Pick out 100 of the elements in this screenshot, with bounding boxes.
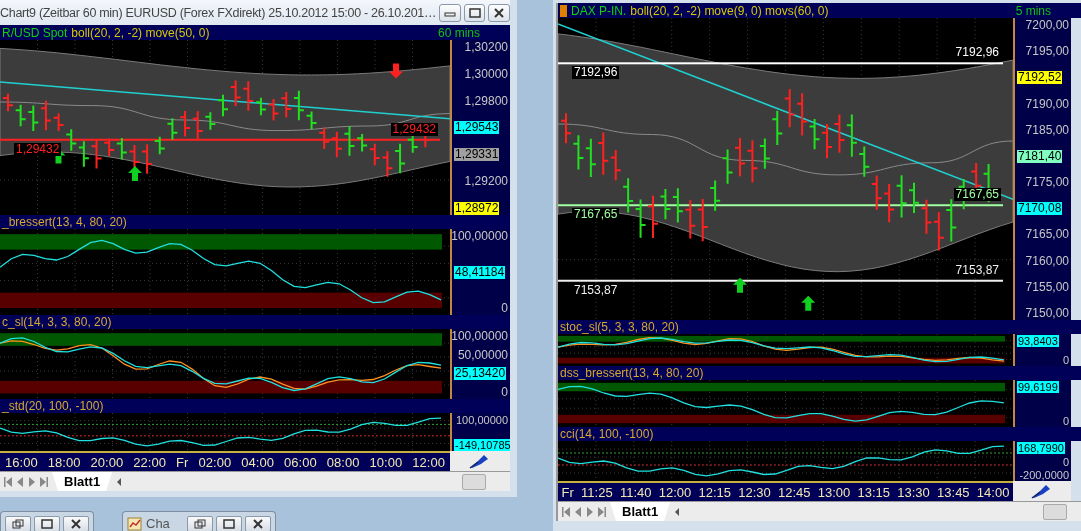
restore-button[interactable] <box>5 516 31 531</box>
last-sheet-icon[interactable] <box>38 474 50 489</box>
pen-icon[interactable] <box>1031 483 1053 499</box>
time-label: 08:00 <box>326 454 360 470</box>
price-bar <box>696 197 709 243</box>
value-badge: 93,8403 <box>1017 335 1059 347</box>
close-button[interactable] <box>488 3 510 22</box>
time-label: Fr <box>176 454 189 470</box>
value-badge: 25,13420 <box>454 367 507 381</box>
value-badge: 48,41184 <box>454 266 506 279</box>
price-bar <box>179 110 192 138</box>
price-bar <box>833 113 846 154</box>
maximize-icon <box>222 519 235 529</box>
sheet-tab[interactable]: Blatt1 <box>610 502 671 521</box>
value-badge: 99,6199 <box>1017 381 1059 393</box>
price-bar <box>14 103 27 128</box>
time-label: 11:25 <box>581 484 613 500</box>
price-bar <box>267 98 280 122</box>
price-bar <box>318 126 331 150</box>
price-bar <box>746 139 759 184</box>
time-label: 11:40 <box>619 484 652 500</box>
axis-label: 0 <box>1062 354 1069 366</box>
axis-label: -200,0000 <box>1019 469 1069 481</box>
window-title: Chart9 (Zeitbar 60 min) EURUSD (Forex FXdirekt) 25.10.2012 15:00 - 26.10.201… <box>0 5 437 20</box>
close-button[interactable] <box>63 516 89 531</box>
sheet-tab[interactable]: Blatt1 <box>52 472 113 491</box>
price-bar <box>659 188 672 221</box>
axis-label: 7165,00 <box>1025 228 1069 242</box>
price-bar <box>280 90 293 119</box>
axis-label: 0 <box>501 302 508 315</box>
price-level-label: 7192,96 <box>572 66 620 80</box>
restore-button[interactable] <box>186 516 213 531</box>
price-bar <box>647 194 659 239</box>
price-bar <box>634 198 647 239</box>
minimized-window[interactable] <box>0 511 94 531</box>
chart-app-icon <box>127 516 143 531</box>
axis-label: 7175,00 <box>1025 176 1069 190</box>
window-label: Cha <box>146 516 170 531</box>
symbol-label: DAX P-IN. <box>571 3 627 18</box>
axis-label: 7150,00 <box>1025 306 1069 320</box>
time-label: 12:15 <box>698 484 731 500</box>
price-level-label: 7192,96 <box>953 46 1001 60</box>
price-bar <box>684 199 697 240</box>
price-bar <box>721 148 734 185</box>
axis-label: 7160,00 <box>1025 254 1069 268</box>
minimize-button[interactable] <box>439 3 461 22</box>
time-label: 12:45 <box>778 484 811 500</box>
maximize-icon <box>41 519 53 529</box>
axis-label: 7155,00 <box>1025 280 1069 294</box>
time-label: 13:30 <box>897 484 930 500</box>
time-label: 10:00 <box>369 454 403 470</box>
pen-icon[interactable] <box>469 453 491 469</box>
symbol-label: R/USD Spot <box>2 25 68 40</box>
price-bar <box>115 137 128 161</box>
minimized-window[interactable]: Cha <box>122 511 276 531</box>
time-label: 13:45 <box>937 484 970 500</box>
price-bar <box>734 137 746 178</box>
close-button[interactable] <box>244 516 271 531</box>
up-arrow-icon <box>801 295 816 311</box>
indicator-label: _bressert(13, 4, 80, 20) <box>2 215 127 229</box>
time-label: 18:00 <box>47 454 81 470</box>
first-sheet-icon[interactable] <box>2 474 14 489</box>
price-bar <box>2 92 14 113</box>
price-bar <box>945 198 958 243</box>
price-bar <box>166 117 179 141</box>
time-label: 13:00 <box>817 484 851 500</box>
price-bar <box>845 113 858 158</box>
maximize-icon <box>468 7 481 18</box>
price-bar <box>622 177 635 214</box>
price-level-label: 7153,87 <box>572 283 620 297</box>
value-badge: 7192,52 <box>1017 71 1063 85</box>
maximize-button[interactable] <box>215 516 242 531</box>
price-bar <box>217 93 229 118</box>
indicator-label: c_sl(14, 3, 3, 80, 20) <box>2 315 112 329</box>
first-sheet-icon[interactable] <box>560 504 572 519</box>
axis-label: 7195,00 <box>1025 45 1069 59</box>
interval-label: 60 mins <box>437 25 480 40</box>
price-bar <box>932 211 945 252</box>
maximize-button[interactable] <box>34 516 60 531</box>
scroll-thumb[interactable] <box>1043 503 1067 520</box>
axis-label: 7190,00 <box>1025 97 1069 111</box>
axis-label: 7200,00 <box>1025 19 1069 32</box>
time-label: 12:30 <box>738 484 771 500</box>
price-bar <box>609 149 622 182</box>
axis-label: 100,00000 <box>452 330 508 343</box>
price-bar <box>808 118 821 151</box>
time-label: Fr <box>561 484 574 500</box>
value-badge: 7181,40 <box>1017 149 1063 163</box>
restore-button[interactable] <box>463 3 486 22</box>
last-sheet-icon[interactable] <box>596 504 608 519</box>
scroll-thumb[interactable] <box>462 473 486 490</box>
price-level-label: 7153,87 <box>953 263 1001 277</box>
axis-label: 0 <box>1062 415 1069 427</box>
axis-label: 0 <box>1062 455 1069 468</box>
price-bar <box>709 179 722 212</box>
value-badge: 1,29543 <box>454 121 500 135</box>
price-bar <box>65 128 78 152</box>
indicator-label: dss_bressert(13, 4, 80, 20) <box>560 366 704 380</box>
price-bar <box>77 140 90 168</box>
close-icon <box>70 519 82 529</box>
